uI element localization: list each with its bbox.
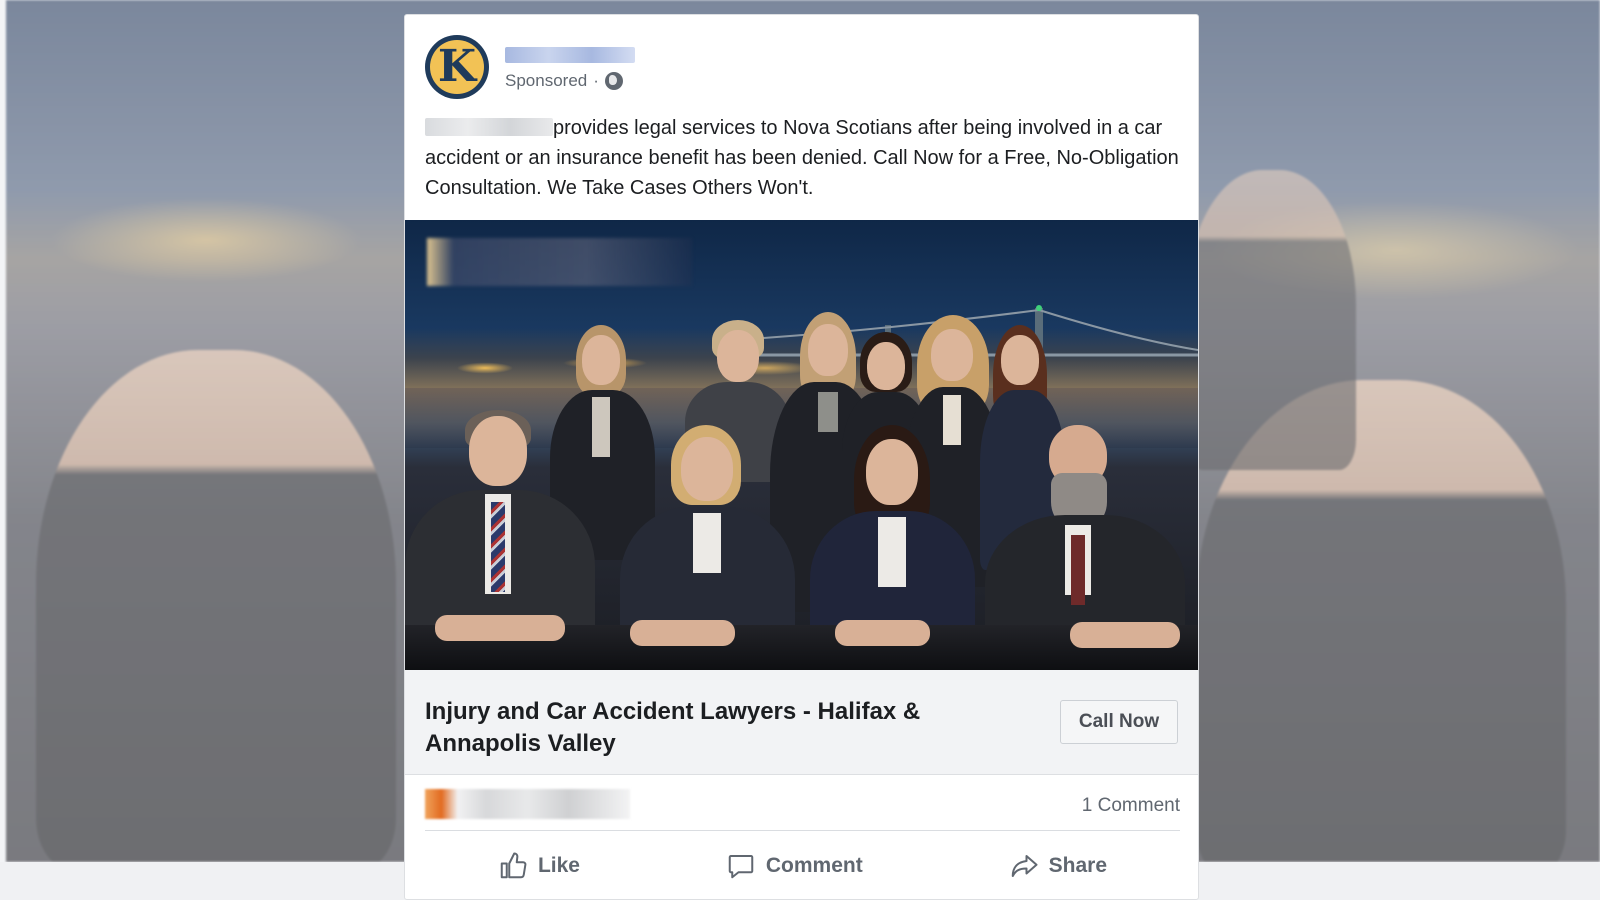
- share-label: Share: [1048, 854, 1108, 877]
- background-person-left: [36, 350, 396, 862]
- comment-count[interactable]: 1 Comment: [1082, 795, 1180, 817]
- link-title[interactable]: Injury and Car Accident Lawyers - Halifa…: [425, 696, 985, 760]
- comment-button[interactable]: Comment: [726, 851, 863, 881]
- like-label: Like: [537, 854, 580, 877]
- call-now-button[interactable]: Call Now: [1060, 700, 1178, 744]
- background-person-top-right: [1186, 170, 1356, 470]
- avatar-logo: K: [430, 40, 484, 94]
- page-avatar[interactable]: K: [425, 35, 489, 99]
- comment-icon: [728, 855, 754, 879]
- hands: [1070, 622, 1180, 648]
- like-button[interactable]: Like: [498, 851, 580, 881]
- background-person-right: [1196, 380, 1566, 862]
- link-preview-bar[interactable]: Injury and Car Accident Lawyers - Halifa…: [405, 670, 1198, 775]
- sponsored-label[interactable]: Sponsored: [505, 71, 587, 91]
- globe-icon[interactable]: [604, 72, 623, 90]
- ad-image[interactable]: [405, 220, 1198, 670]
- share-icon: [1011, 855, 1038, 877]
- like-icon: [500, 852, 527, 879]
- page-name-redacted[interactable]: [505, 47, 635, 63]
- advertiser-name-redacted: [425, 118, 553, 136]
- sponsored-post-card: K Sponsored · provides legal services to…: [404, 14, 1199, 900]
- hands: [835, 620, 930, 646]
- firm-logo-redacted: [427, 238, 692, 286]
- hands: [435, 615, 565, 641]
- post-body: provides legal services to Nova Scotians…: [425, 113, 1180, 203]
- hands: [630, 620, 735, 646]
- action-bar: Like Comment Share: [425, 833, 1180, 899]
- post-meta: Sponsored ·: [505, 71, 705, 91]
- reaction-summary-redacted[interactable]: [425, 789, 630, 819]
- meta-separator: ·: [593, 71, 599, 90]
- comment-label: Comment: [765, 854, 863, 877]
- reactions-row: 1 Comment: [425, 781, 1180, 831]
- share-button[interactable]: Share: [1009, 851, 1107, 881]
